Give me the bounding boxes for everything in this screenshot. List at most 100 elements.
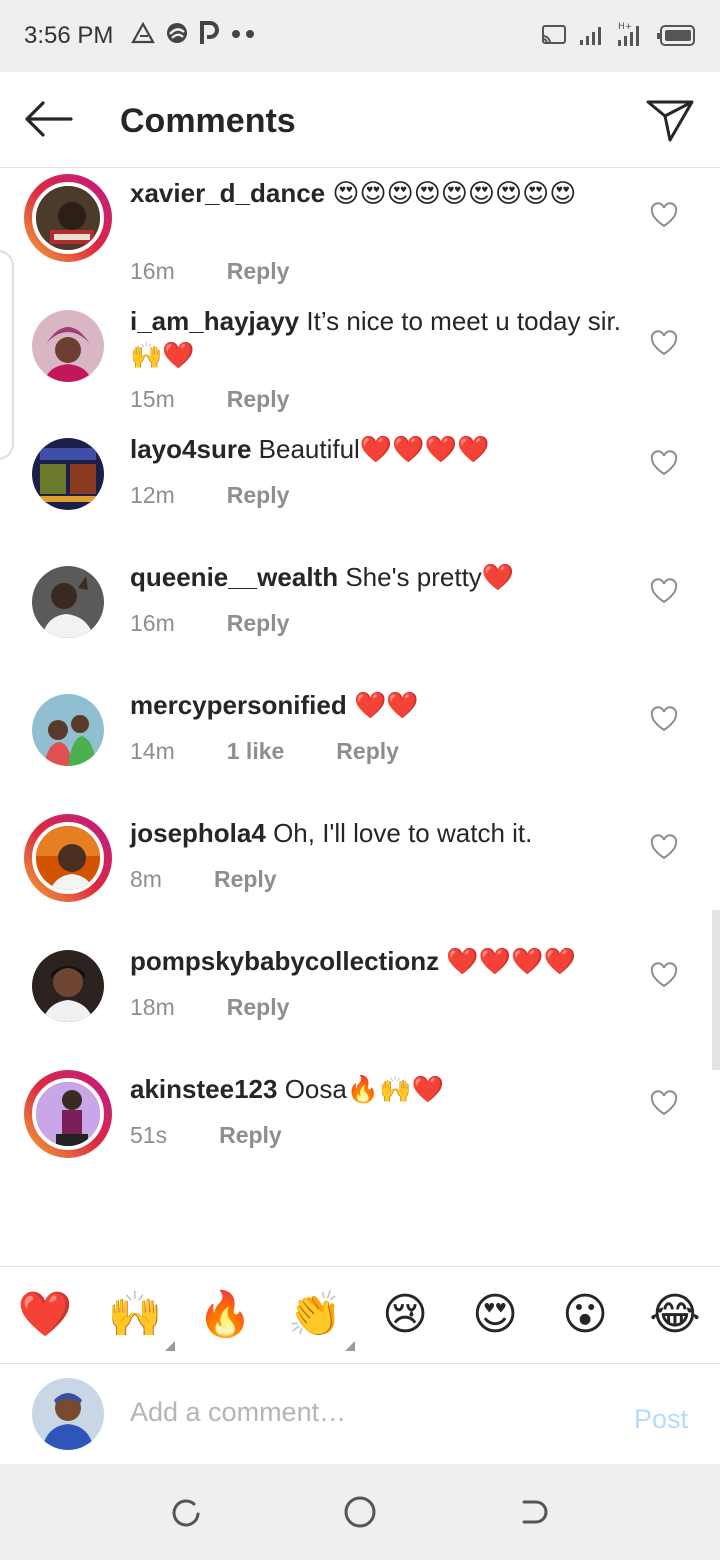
comment-avatar[interactable] — [24, 1070, 112, 1158]
like-comment-button[interactable] — [650, 706, 678, 734]
comment-avatar[interactable] — [24, 814, 112, 902]
like-comment-button[interactable] — [650, 962, 678, 990]
comment-avatar[interactable] — [24, 174, 112, 262]
comment-row[interactable]: i_am_hayjayy It’s nice to meet u today s… — [0, 302, 720, 430]
emoji-button[interactable]: 🔥 — [197, 1289, 253, 1341]
comment-row[interactable]: pompskybabycollectionz ❤️❤️❤️❤️ 18m Reply — [0, 942, 720, 1070]
comment-username[interactable]: josephola4 — [130, 818, 266, 848]
comment-username[interactable]: queenie__wealth — [130, 562, 338, 592]
reply-button[interactable]: Reply — [227, 994, 290, 1021]
signal-icon — [580, 27, 601, 45]
avatar-image — [32, 694, 104, 766]
comment-time: 12m — [130, 482, 175, 508]
comment-row[interactable]: josephola4 Oh, I'll love to watch it. 8m R… — [0, 814, 720, 942]
scrollbar-thumb[interactable] — [712, 910, 720, 1070]
add-comment-input[interactable] — [130, 1390, 590, 1434]
comment-text: xavier_d_dance 😍😍😍😍😍😍😍😍😍 — [130, 176, 630, 210]
comment-row[interactable]: mercypersonified ❤️❤️ 14m 1 like Reply — [0, 686, 720, 814]
comment-text: pompskybabycollectionz ❤️❤️❤️❤️ — [130, 944, 630, 978]
reply-button[interactable]: Reply — [227, 482, 290, 509]
comment-message: She's pretty❤️ — [345, 562, 515, 592]
status-bar: 3:56 PM H+ — [0, 0, 720, 72]
side-drawer-handle[interactable] — [0, 250, 14, 460]
comment-avatar[interactable] — [28, 562, 108, 642]
comment-avatar[interactable] — [28, 306, 108, 386]
comment-username[interactable]: xavier_d_dance — [130, 178, 325, 208]
post-button[interactable]: Post — [634, 1404, 688, 1435]
avatar-image — [32, 1078, 104, 1150]
home-button[interactable] — [340, 1492, 380, 1532]
comment-time: 16m — [130, 258, 175, 284]
comment-avatar[interactable] — [28, 690, 108, 770]
avatar-image — [32, 566, 104, 638]
back-button[interactable] — [20, 94, 76, 144]
comment-time: 15m — [130, 386, 175, 412]
back-nav-button[interactable] — [514, 1492, 554, 1532]
signal-ht-icon: H+ — [618, 22, 639, 46]
comment-message: Oh, I'll love to watch it. — [273, 818, 533, 848]
comment-message: ❤️❤️❤️❤️ — [446, 946, 576, 976]
comment-meta: 16m Reply — [130, 258, 289, 285]
reply-button[interactable]: Reply — [227, 610, 290, 637]
heart-outline-icon — [650, 578, 678, 604]
comment-likes[interactable]: 1 like — [227, 738, 285, 765]
like-comment-button[interactable] — [650, 1090, 678, 1118]
like-comment-button[interactable] — [650, 202, 678, 230]
like-comment-button[interactable] — [650, 450, 678, 478]
comment-username[interactable]: mercypersonified — [130, 690, 347, 720]
comment-time: 8m — [130, 866, 162, 892]
status-time: 3:56 PM — [24, 22, 114, 49]
reply-button[interactable]: Reply — [227, 386, 290, 413]
current-user-avatar — [32, 1378, 104, 1450]
heart-outline-icon — [650, 330, 678, 356]
comment-username[interactable]: layo4sure — [130, 434, 251, 464]
reply-button[interactable]: Reply — [336, 738, 399, 765]
skin-tone-indicator — [165, 1341, 175, 1351]
comment-text: layo4sure Beautiful❤️❤️❤️❤️ — [130, 432, 630, 466]
comment-time: 14m — [130, 738, 175, 764]
comment-username[interactable]: pompskybabycollectionz — [130, 946, 439, 976]
home-icon — [344, 1496, 376, 1528]
comment-meta: 18m Reply — [130, 994, 289, 1021]
emoji-button[interactable]: 😢 — [377, 1289, 433, 1341]
heart-outline-icon — [650, 834, 678, 860]
comment-username[interactable]: i_am_hayjayy — [130, 306, 299, 336]
comment-row[interactable]: akinstee123 Oosa🔥🙌❤️ 51s Reply — [0, 1070, 720, 1198]
comment-row[interactable]: layo4sure Beautiful❤️❤️❤️❤️ 12m Reply — [0, 430, 720, 558]
comment-message: Oosa🔥🙌❤️ — [284, 1074, 444, 1104]
arrow-left-icon — [25, 101, 73, 137]
like-comment-button[interactable] — [650, 834, 678, 862]
like-comment-button[interactable] — [650, 578, 678, 606]
comment-avatar[interactable] — [28, 434, 108, 514]
reply-button[interactable]: Reply — [214, 866, 277, 893]
header: Comments — [0, 72, 720, 168]
comment-meta: 8m Reply — [130, 866, 277, 893]
heart-outline-icon — [650, 706, 678, 732]
emoji-button[interactable]: 😮 — [557, 1289, 613, 1341]
emoji-button[interactable]: ❤️ — [17, 1289, 73, 1341]
svg-text:H+: H+ — [618, 22, 632, 32]
like-comment-button[interactable] — [650, 330, 678, 358]
page-title: Comments — [120, 102, 296, 140]
heart-outline-icon — [650, 202, 678, 228]
reply-button[interactable]: Reply — [227, 258, 290, 285]
avatar-image — [32, 822, 104, 894]
emoji-button[interactable]: 😍 — [467, 1289, 523, 1341]
comment-time: 16m — [130, 610, 175, 636]
comment-text: queenie__wealth She's pretty❤️ — [130, 560, 630, 594]
avatar-image — [32, 310, 104, 382]
emoji-button[interactable]: 🙌 — [107, 1289, 163, 1341]
recents-button[interactable] — [166, 1492, 206, 1532]
emoji-button[interactable]: 😂 — [647, 1289, 703, 1341]
comment-composer: Post — [0, 1364, 720, 1464]
comment-avatar[interactable] — [28, 946, 108, 1026]
comment-row[interactable]: xavier_d_dance 😍😍😍😍😍😍😍😍😍 16m Reply — [0, 174, 720, 302]
comment-row[interactable]: queenie__wealth She's pretty❤️ 16m Reply — [0, 558, 720, 686]
comment-username[interactable]: akinstee123 — [130, 1074, 277, 1104]
reply-button[interactable]: Reply — [219, 1122, 282, 1149]
comment-message: Beautiful❤️❤️❤️❤️ — [258, 434, 490, 464]
comments-list[interactable]: xavier_d_dance 😍😍😍😍😍😍😍😍😍 16m Reply i_am_hay… — [0, 168, 720, 1264]
skin-tone-indicator — [345, 1341, 355, 1351]
share-button[interactable] — [642, 92, 698, 148]
emoji-button[interactable]: 👏 — [287, 1289, 343, 1341]
